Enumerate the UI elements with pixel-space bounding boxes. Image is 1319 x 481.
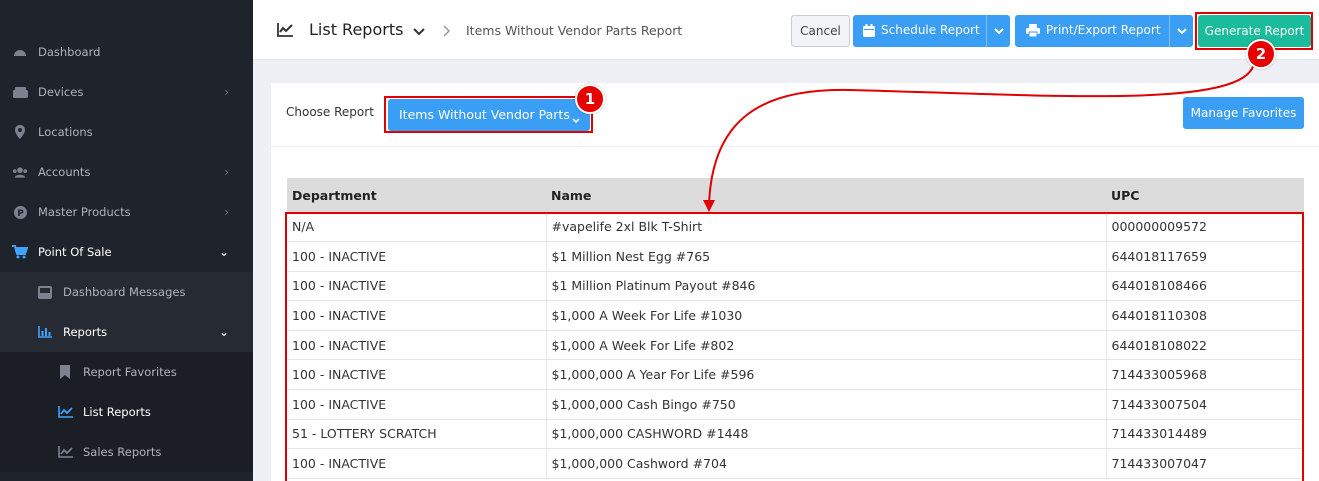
sidebar-item-label: Master Products <box>38 205 131 219</box>
schedule-report-label: Schedule Report <box>881 23 980 37</box>
manage-favorites-label: Manage Favorites <box>1190 106 1297 120</box>
schedule-dropdown-toggle[interactable] <box>986 15 1010 47</box>
line-chart-icon <box>57 444 73 460</box>
choose-report-label: Choose Report <box>286 105 374 119</box>
manage-favorites-button[interactable]: Manage Favorites <box>1183 97 1304 129</box>
step-2-badge: 2 <box>1246 39 1276 69</box>
print-export-label: Print/Export Report <box>1046 23 1161 37</box>
sidebar-item-sales-reports[interactable]: Sales Reports <box>0 432 253 472</box>
sidebar-item-dashboard[interactable]: Dashboard <box>0 32 253 72</box>
schedule-report-button[interactable]: Schedule Report <box>853 15 1010 47</box>
product-p-icon: P <box>12 204 28 220</box>
device-icon <box>12 84 28 100</box>
cancel-button-label: Cancel <box>800 24 841 38</box>
sidebar-item-list-reports[interactable]: List Reports <box>0 392 253 432</box>
step-2-label: 2 <box>1255 45 1267 63</box>
chevron-down-icon: ⌄ <box>218 325 229 339</box>
svg-text:P: P <box>17 209 24 219</box>
chevron-right-icon: › <box>224 85 229 99</box>
column-header-name[interactable]: Name <box>546 178 1106 212</box>
table-header-row: Department Name UPC <box>287 178 1304 212</box>
inbox-icon <box>37 284 53 300</box>
sidebar-item-label: Sales Reports <box>83 445 162 459</box>
chevron-down-icon[interactable] <box>413 22 425 41</box>
chevron-down-icon <box>993 27 1004 34</box>
sidebar-item-label: Dashboard <box>38 45 101 59</box>
top-bar: List Reports Items Without Vendor Parts … <box>253 0 1319 60</box>
print-export-button[interactable]: Print/Export Report <box>1015 15 1193 47</box>
chevron-right-icon: › <box>224 205 229 219</box>
sidebar-item-dashboard-messages[interactable]: Dashboard Messages <box>0 272 253 312</box>
bookmark-icon <box>57 364 73 380</box>
sidebar: Dashboard Devices › Locations Accounts ›… <box>0 0 253 481</box>
sidebar-item-label: Devices <box>38 85 84 99</box>
breadcrumb-separator-icon <box>443 22 451 41</box>
calendar-icon <box>863 24 875 40</box>
location-pin-icon <box>12 124 28 140</box>
printer-icon <box>1026 24 1040 40</box>
column-header-department[interactable]: Department <box>287 178 546 212</box>
cart-icon <box>12 244 28 260</box>
sidebar-item-label: Locations <box>38 125 93 139</box>
sidebar-item-label: Report Favorites <box>83 365 177 379</box>
chevron-right-icon: › <box>224 165 229 179</box>
users-icon <box>12 164 28 180</box>
annotation-box-report-select <box>384 96 593 133</box>
page-title[interactable]: List Reports <box>309 20 403 39</box>
sidebar-item-reports[interactable]: Reports ⌄ <box>0 312 253 352</box>
sidebar-item-label: Reports <box>63 325 108 339</box>
line-chart-icon <box>57 404 73 420</box>
sidebar-item-label: Accounts <box>38 165 91 179</box>
bar-chart-icon <box>37 324 53 340</box>
sidebar-item-point-of-sale[interactable]: Point Of Sale ⌄ <box>0 232 253 272</box>
chevron-down-icon: ⌄ <box>218 245 229 259</box>
annotation-box-results <box>285 212 1304 481</box>
sidebar-item-accounts[interactable]: Accounts › <box>0 152 253 192</box>
step-1-label: 1 <box>584 90 596 108</box>
speedometer-icon <box>12 44 28 60</box>
sidebar-item-report-favorites[interactable]: Report Favorites <box>0 352 253 392</box>
sidebar-item-devices[interactable]: Devices › <box>0 72 253 112</box>
column-header-upc[interactable]: UPC <box>1106 178 1304 212</box>
print-dropdown-toggle[interactable] <box>1169 15 1193 47</box>
divider <box>271 146 1319 147</box>
sidebar-item-label: List Reports <box>83 405 151 419</box>
line-chart-icon <box>277 22 293 41</box>
sidebar-item-label: Point Of Sale <box>38 245 112 259</box>
sidebar-item-locations[interactable]: Locations <box>0 112 253 152</box>
breadcrumb: Items Without Vendor Parts Report <box>466 23 683 38</box>
sidebar-item-label: Dashboard Messages <box>63 285 186 299</box>
chevron-down-icon <box>1176 27 1187 34</box>
sidebar-item-master-products[interactable]: P Master Products › <box>0 192 253 232</box>
step-1-badge: 1 <box>575 84 605 114</box>
cancel-button[interactable]: Cancel <box>791 15 850 47</box>
